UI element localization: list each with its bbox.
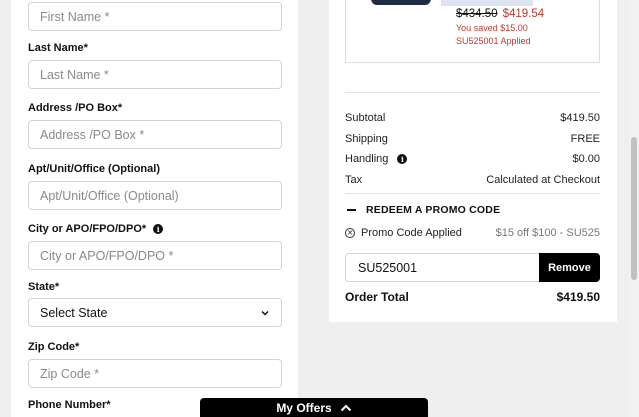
shipping-value: FREE	[570, 133, 600, 145]
state-select-value: Select State	[40, 305, 108, 320]
chevron-down-icon	[261, 310, 269, 316]
shipping-row: Shipping FREE	[345, 133, 600, 145]
subtotal-label: Subtotal	[345, 112, 386, 124]
divider	[345, 193, 600, 194]
zip-input[interactable]: Zip Code *	[28, 359, 282, 388]
minus-icon	[347, 209, 356, 211]
handling-label-wrap: Handling i	[345, 153, 408, 165]
promo-heading: REDEEM A PROMO CODE	[366, 204, 501, 216]
handling-label: Handling	[345, 153, 389, 165]
last-name-input[interactable]: Last Name *	[28, 60, 282, 89]
info-icon[interactable]: i	[397, 154, 408, 164]
tax-label: Tax	[345, 174, 363, 186]
promo-code-input[interactable]: SU525001	[345, 253, 540, 282]
price-row: $434.50 $419.54	[456, 8, 544, 20]
promo-applied-value: $15 off $100 - SU525	[495, 227, 600, 239]
sale-price: $419.54	[502, 8, 545, 20]
apt-input[interactable]: Apt/Unit/Office (Optional)	[28, 181, 282, 210]
promo-applied-label: Promo Code Applied	[361, 227, 462, 239]
savings-text: You saved $15.00	[456, 23, 528, 33]
tax-value: Calculated at Checkout	[486, 174, 600, 186]
info-icon[interactable]: i	[153, 224, 164, 234]
address-label: Address /PO Box*	[28, 102, 123, 114]
divider	[345, 92, 600, 93]
apt-label: Apt/Unit/Office (Optional)	[28, 163, 160, 175]
promo-applied-left: ✕ Promo Code Applied	[345, 227, 462, 239]
promo-code-toggle[interactable]: REDEEM A PROMO CODE	[347, 204, 500, 216]
phone-label: Phone Number*	[28, 399, 111, 411]
handling-value: $0.00	[572, 153, 600, 165]
shipping-label: Shipping	[345, 133, 388, 145]
my-offers-label: My Offers	[276, 400, 332, 415]
city-input[interactable]: City or APO/FPO/DPO *	[28, 241, 282, 270]
product-tag	[441, 0, 533, 6]
chevron-up-icon	[340, 404, 351, 411]
zip-label: Zip Code*	[28, 341, 80, 353]
order-total-label: Order Total	[345, 290, 409, 304]
tax-row: Tax Calculated at Checkout	[345, 174, 600, 186]
state-label: State*	[28, 281, 60, 293]
code-applied-text: SU525001 Applied	[456, 36, 531, 46]
order-summary: $434.50 $419.54 You saved $15.00 SU52500…	[329, 0, 617, 322]
city-label-text: City or APO/FPO/DPO*	[28, 223, 147, 235]
scrollbar-thumb[interactable]	[631, 137, 637, 280]
remove-circle-icon[interactable]: ✕	[345, 228, 355, 238]
state-select[interactable]: Select State	[28, 298, 282, 327]
order-total-row: Order Total $419.50	[345, 290, 600, 304]
subtotal-row: Subtotal $419.50	[345, 112, 600, 124]
cart-item: $434.50 $419.54 You saved $15.00 SU52500…	[345, 0, 600, 63]
handling-row: Handling i $0.00	[345, 153, 600, 165]
promo-applied-row: ✕ Promo Code Applied $15 off $100 - SU52…	[345, 227, 600, 239]
product-image[interactable]	[371, 0, 431, 5]
original-price: $434.50	[456, 8, 498, 20]
shipping-form: First Name * Last Name* Last Name * Addr…	[11, 0, 298, 417]
my-offers-button[interactable]: My Offers	[200, 398, 428, 417]
subtotal-value: $419.50	[560, 112, 600, 124]
address-input[interactable]: Address /PO Box *	[28, 120, 282, 149]
first-name-input[interactable]: First Name *	[28, 2, 282, 31]
last-name-label: Last Name*	[28, 42, 88, 54]
order-total-value: $419.50	[556, 290, 600, 304]
city-label: City or APO/FPO/DPO* i	[28, 223, 164, 235]
remove-button[interactable]: Remove	[539, 253, 600, 282]
